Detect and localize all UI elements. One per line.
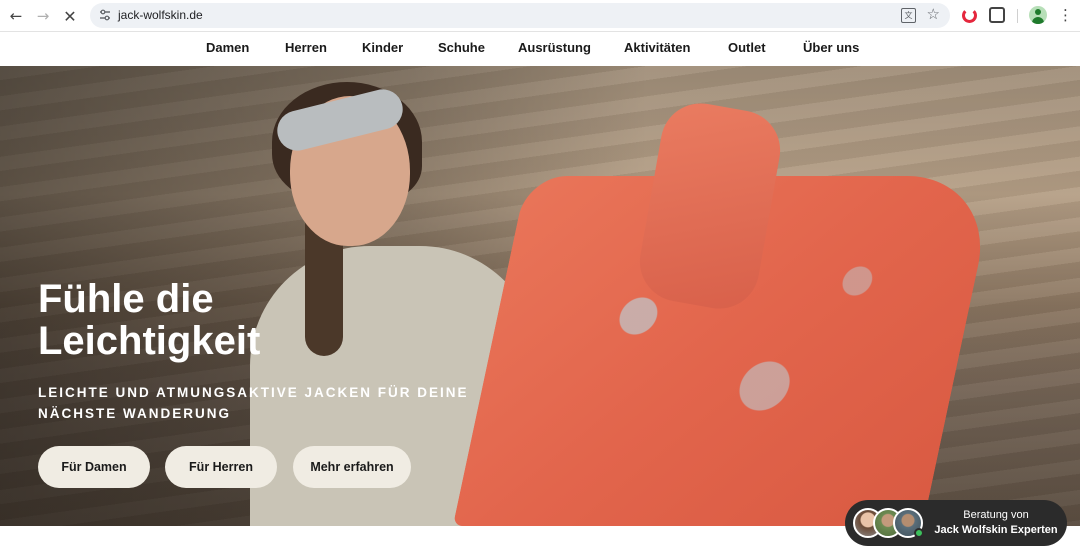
chat-label-line-2: Jack Wolfskin Experten	[934, 524, 1058, 536]
hero-title-line-2: Leichtigkeit	[38, 319, 261, 363]
nav-item-herren[interactable]: Herren	[285, 40, 327, 55]
nav-item-aktivitaeten[interactable]: Aktivitäten	[624, 40, 690, 55]
opera-extension-icon[interactable]	[962, 8, 977, 23]
nav-item-outlet[interactable]: Outlet	[728, 40, 766, 55]
hero-subtitle-line-2: NÄCHSTE WANDERUNG	[38, 406, 232, 421]
online-status-dot	[914, 528, 924, 538]
address-bar[interactable]: jack-wolfskin.de 文 ☆	[90, 3, 950, 28]
nav-item-ausruestung[interactable]: Ausrüstung	[518, 40, 591, 55]
profile-icon[interactable]	[1029, 6, 1047, 24]
hero-banner[interactable]: Fühle die Leichtigkeit LEICHTE UND ATMUN…	[0, 66, 1080, 526]
kebab-menu-icon[interactable]: ⋮	[1058, 6, 1073, 24]
cta-fuer-damen-button[interactable]: Für Damen	[38, 446, 150, 488]
hero-title: Fühle die Leichtigkeit	[38, 278, 418, 362]
hero-subtitle: LEICHTE UND ATMUNGSAKTIVE JACKEN FÜR DEI…	[38, 382, 518, 424]
nav-item-schuhe[interactable]: Schuhe	[438, 40, 485, 55]
toolbar-divider	[1017, 9, 1018, 23]
expert-chat-widget[interactable]: Beratung von Jack Wolfskin Experten	[845, 500, 1067, 546]
forward-icon[interactable]: →	[33, 6, 53, 26]
hero-title-line-1: Fühle die	[38, 277, 214, 321]
extensions-puzzle-icon[interactable]	[989, 7, 1005, 23]
nav-item-kinder[interactable]: Kinder	[362, 40, 403, 55]
cta-fuer-herren-button[interactable]: Für Herren	[165, 446, 277, 488]
chat-label-line-1: Beratung von	[963, 509, 1029, 521]
browser-toolbar: ← → ✕ jack-wolfskin.de 文 ☆ ⋮	[0, 0, 1080, 32]
stop-icon[interactable]: ✕	[60, 6, 80, 26]
nav-item-ueber-uns[interactable]: Über uns	[803, 40, 859, 55]
hero-subtitle-line-1: LEICHTE UND ATMUNGSAKTIVE JACKEN FÜR DEI…	[38, 385, 469, 400]
main-navigation: Damen Herren Kinder Schuhe Ausrüstung Ak…	[0, 33, 1080, 66]
url-text[interactable]: jack-wolfskin.de	[118, 8, 203, 22]
tune-icon[interactable]	[99, 9, 111, 21]
cta-mehr-erfahren-button[interactable]: Mehr erfahren	[293, 446, 411, 488]
back-icon[interactable]: ←	[6, 6, 26, 26]
bookmark-star-icon[interactable]: ☆	[927, 5, 940, 23]
translate-icon[interactable]: 文	[901, 8, 916, 23]
nav-item-damen[interactable]: Damen	[206, 40, 249, 55]
